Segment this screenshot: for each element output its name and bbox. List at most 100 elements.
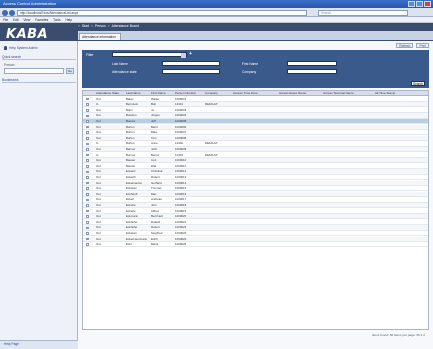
table-row[interactable]: Out Eckstein Thomas 1000015 bbox=[83, 186, 428, 192]
last-name-input[interactable] bbox=[162, 61, 220, 66]
row-checkbox[interactable] bbox=[86, 226, 89, 230]
table-row[interactable]: In Bernstein Bob 12341 DEFAULT bbox=[83, 102, 428, 108]
maximize-button[interactable] bbox=[416, 1, 423, 7]
bookmarks-title[interactable]: Bookmarks bbox=[2, 78, 76, 83]
print-button[interactable]: Print bbox=[416, 43, 429, 48]
menu-favorites[interactable]: Favorites bbox=[35, 18, 48, 22]
back-icon[interactable] bbox=[2, 9, 8, 16]
row-checkbox[interactable] bbox=[86, 176, 89, 179]
table-row[interactable]: Out Eckhöfer Roland 1000021 bbox=[83, 220, 428, 226]
table-row[interactable]: Out Eckertz Christina 1000012 bbox=[83, 169, 428, 175]
company-input[interactable] bbox=[287, 69, 337, 74]
table-row[interactable]: Out Bauder Rita 1000011 bbox=[83, 164, 428, 170]
table-row[interactable]: Out Bauder Cori 1000010 bbox=[83, 158, 428, 164]
row-checkbox[interactable] bbox=[86, 243, 89, 246]
row-checkbox[interactable] bbox=[86, 125, 89, 129]
column-header[interactable]: Company bbox=[205, 91, 232, 96]
forward-icon[interactable] bbox=[9, 9, 15, 16]
column-header[interactable]: Person Number bbox=[175, 91, 204, 96]
url-field[interactable]: http://localhost/Exos/AttendanceList.asp… bbox=[17, 9, 307, 16]
row-checkbox[interactable] bbox=[86, 221, 89, 224]
table-row[interactable]: Out Burton Tom 1000008 bbox=[83, 135, 428, 142]
row-checkbox[interactable] bbox=[86, 170, 89, 174]
table-row[interactable]: Out Eckmann Bernhard 1000020 bbox=[83, 214, 428, 220]
refresh-button[interactable]: Refresh bbox=[396, 43, 414, 48]
row-checkbox[interactable] bbox=[86, 237, 89, 241]
breadcrumb-start[interactable]: Start bbox=[82, 23, 89, 29]
table-row[interactable]: In Burton Anne 12342 DEFAULT bbox=[83, 141, 428, 147]
minimize-button[interactable] bbox=[408, 1, 415, 7]
row-checkbox[interactable] bbox=[86, 148, 89, 151]
table-row[interactable]: Out Burrow Jeff 1000005 bbox=[83, 118, 428, 125]
sidebar-user[interactable]: Help System Admin bbox=[4, 46, 38, 50]
column-header[interactable] bbox=[85, 91, 93, 96]
row-checkbox[interactable] bbox=[86, 209, 89, 213]
row-checkbox[interactable] bbox=[86, 137, 89, 140]
table-row[interactable]: Out Eckhardt Max 1000016 bbox=[83, 191, 428, 198]
table-row[interactable]: Out Bohn Jo 1000003 bbox=[83, 108, 428, 114]
row-checkbox[interactable] bbox=[86, 103, 89, 106]
row-checkbox[interactable] bbox=[86, 114, 89, 118]
row-checkbox[interactable] bbox=[86, 109, 89, 112]
column-header[interactable]: First Name bbox=[151, 91, 174, 96]
menu-file[interactable]: File bbox=[3, 18, 8, 22]
table-row[interactable]: Out Barrow John 1000009 bbox=[83, 146, 428, 153]
column-header[interactable]: Access Event Name bbox=[279, 91, 322, 96]
column-header[interactable]: Last Name bbox=[126, 91, 150, 96]
row-checkbox[interactable] bbox=[86, 215, 89, 218]
column-header[interactable]: All Time Stamp bbox=[375, 91, 428, 96]
menu-tools[interactable]: Tools bbox=[53, 18, 60, 22]
row-checkbox[interactable] bbox=[86, 142, 89, 146]
row-checkbox[interactable] bbox=[86, 204, 89, 207]
column-header[interactable]: Access Time Zone bbox=[233, 91, 278, 96]
close-button[interactable] bbox=[424, 1, 431, 7]
menu-help[interactable]: Help bbox=[65, 18, 72, 22]
first-name-input[interactable] bbox=[287, 61, 337, 66]
table-row[interactable]: Out Eckstein Siegfried 1000023 bbox=[83, 231, 428, 237]
row-checkbox[interactable] bbox=[86, 198, 89, 202]
pager-info[interactable]: Items found: 50 Items per page: 25 1 2 bbox=[372, 333, 425, 337]
quick-search-title[interactable]: Quick search bbox=[2, 55, 76, 60]
row-checkbox[interactable] bbox=[86, 97, 89, 101]
breadcrumb-person[interactable]: Person bbox=[95, 23, 106, 29]
attendance-state-input[interactable] bbox=[162, 69, 220, 74]
table-row[interactable]: Out Burton Berni 1000006 bbox=[83, 124, 428, 130]
row-checkbox[interactable] bbox=[86, 159, 89, 162]
search-button[interactable]: Search bbox=[411, 81, 425, 86]
table-cell bbox=[233, 214, 278, 219]
breadcrumb-attendance-board[interactable]: Attendance Board bbox=[112, 23, 139, 29]
row-checkbox[interactable] bbox=[86, 120, 89, 123]
table-row[interactable]: Out Eckerth Robert 1000013 bbox=[83, 175, 428, 181]
table-row[interactable]: Out Burton Mike 1000007 bbox=[83, 130, 428, 136]
table-row[interactable]: Out Eckl Maria 1000025 bbox=[83, 242, 428, 248]
table-row[interactable]: Out Bowden Jürgen 1000004 bbox=[83, 113, 428, 119]
table-row[interactable]: Out Baker Walter 1000001 bbox=[83, 97, 428, 102]
row-checkbox[interactable] bbox=[86, 165, 89, 168]
column-header[interactable]: Access Terminal Name bbox=[323, 91, 374, 96]
row-checkbox[interactable] bbox=[86, 153, 89, 157]
table-row[interactable]: Out Eckert Andreas 1000017 bbox=[83, 197, 428, 203]
filter-select[interactable] bbox=[112, 52, 187, 58]
table-row[interactable]: Out Eckert-Hermann Erich 1000024 bbox=[83, 236, 428, 242]
row-checkbox[interactable] bbox=[86, 131, 89, 134]
column-header[interactable]: Attendance State bbox=[96, 91, 125, 96]
help-page-link[interactable]: Help Page bbox=[0, 340, 78, 349]
quick-search-input[interactable] bbox=[4, 68, 64, 74]
menu-edit[interactable]: Edit bbox=[13, 18, 19, 22]
add-filter-icon[interactable]: + bbox=[189, 51, 192, 57]
table-row[interactable]: Out Eckhöfer Robert 1000022 bbox=[83, 225, 428, 231]
table-row[interactable]: Out Eckerle Jörn 1000018 bbox=[83, 202, 428, 209]
row-checkbox[interactable] bbox=[86, 187, 89, 190]
table-cell: Out bbox=[96, 242, 101, 247]
row-checkbox[interactable] bbox=[86, 181, 89, 185]
row-checkbox[interactable] bbox=[86, 232, 89, 235]
browser-search-field[interactable]: Search bbox=[318, 9, 408, 16]
menu-view[interactable]: View bbox=[23, 18, 30, 22]
table-row[interactable]: Out Eckerle Alfred 1000019 bbox=[83, 209, 428, 214]
tab-attendance-information[interactable]: Attendance information bbox=[79, 33, 121, 40]
table-row[interactable]: Out Eckelmanns Gerhard 1000014 bbox=[83, 180, 428, 186]
quick-search-go-button[interactable]: Go bbox=[66, 68, 74, 74]
filter-title[interactable]: Filter bbox=[86, 53, 94, 57]
row-checkbox[interactable] bbox=[86, 193, 89, 196]
table-row[interactable]: In Burrow Bernd 12343 DEFAULT bbox=[83, 153, 428, 158]
